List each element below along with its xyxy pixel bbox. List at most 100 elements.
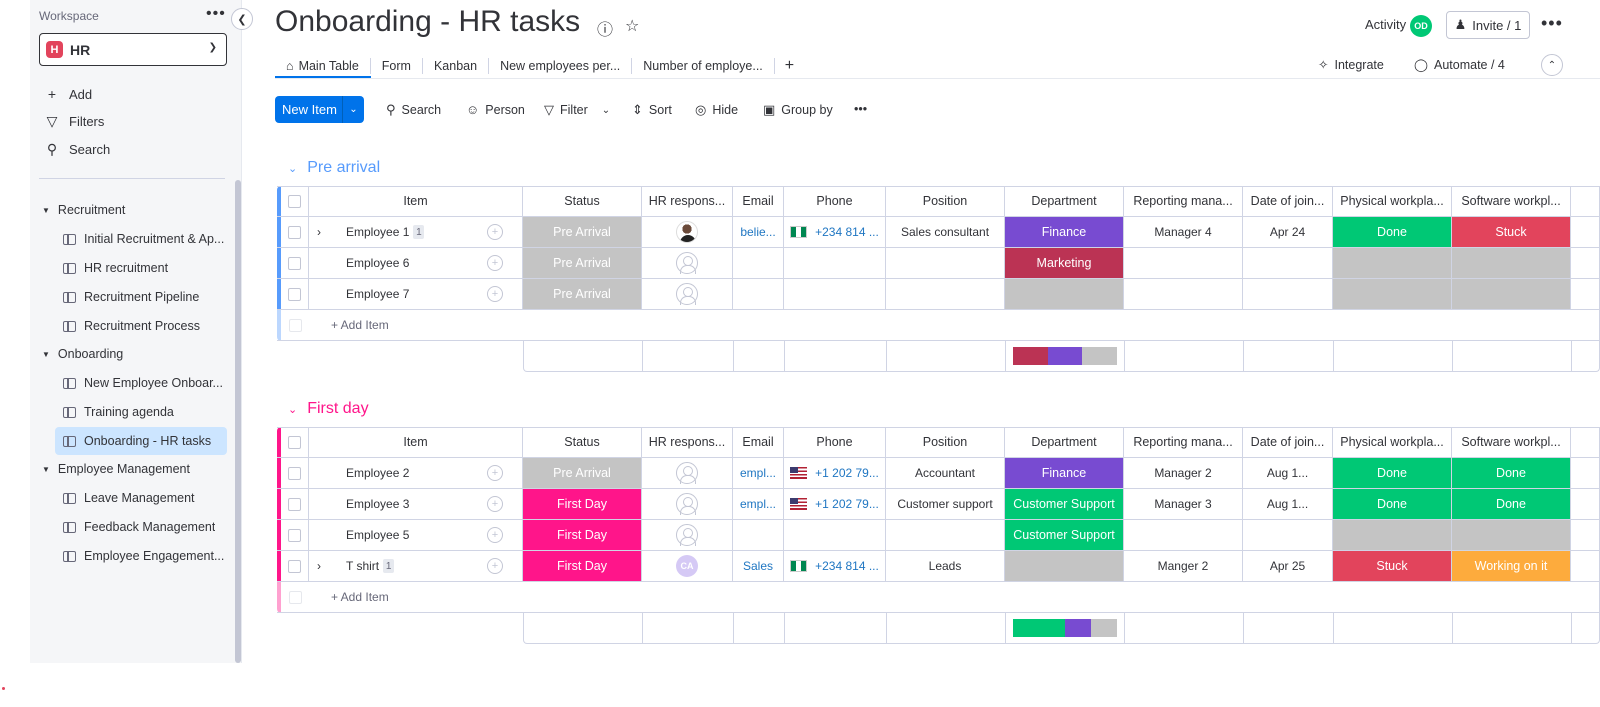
info-icon[interactable]: ⓘ (597, 16, 613, 40)
manager-cell[interactable] (1124, 520, 1243, 550)
board-item-active[interactable]: Onboarding - HR tasks (55, 427, 227, 455)
group-title-pre-arrival[interactable]: ⌄ Pre arrival (288, 159, 380, 177)
phone-cell[interactable] (784, 279, 886, 309)
sidebar-scrollbar[interactable] (235, 180, 241, 663)
person-cell[interactable]: CA (642, 551, 733, 581)
department-distribution-bar[interactable] (1013, 619, 1117, 637)
integrate-button[interactable]: ✧ Integrate (1318, 57, 1384, 73)
row-checkbox-cell[interactable] (281, 520, 309, 550)
column-header[interactable]: Physical workpla... (1333, 186, 1452, 216)
status-cell[interactable]: First Day (523, 489, 642, 519)
column-header[interactable]: Status (523, 186, 642, 216)
item-cell[interactable]: › T shirt 1 + (309, 551, 523, 581)
position-cell[interactable]: Customer support (886, 489, 1005, 519)
column-header[interactable]: Email (733, 186, 784, 216)
position-cell[interactable]: Sales consultant (886, 217, 1005, 247)
new-item-button[interactable]: New Item ⌄ (275, 96, 364, 123)
email-cell[interactable] (733, 248, 784, 278)
status-cell[interactable]: Pre Arrival (523, 217, 642, 247)
status-cell[interactable]: First Day (523, 520, 642, 550)
board-item[interactable]: Training agenda (55, 398, 227, 426)
add-update-icon[interactable]: + (487, 496, 503, 512)
date-cell[interactable]: Apr 24 (1243, 217, 1333, 247)
checkbox[interactable] (288, 466, 301, 480)
person-cell[interactable] (642, 520, 733, 550)
subitem-count-badge[interactable]: 1 (383, 559, 395, 573)
column-header[interactable]: Phone (784, 427, 886, 457)
manager-cell[interactable] (1124, 248, 1243, 278)
checkbox[interactable] (288, 497, 301, 511)
department-cell[interactable]: Customer Support (1005, 520, 1124, 550)
department-cell[interactable]: Marketing (1005, 248, 1124, 278)
status-cell[interactable]: Pre Arrival (523, 248, 642, 278)
phone-cell[interactable]: +1 202 79... (784, 458, 886, 488)
empty-avatar-icon[interactable] (676, 462, 698, 484)
phone-cell[interactable]: +234 814 ... (784, 217, 886, 247)
column-header[interactable]: Software workpl... (1452, 427, 1571, 457)
manager-cell[interactable]: Manger 2 (1124, 551, 1243, 581)
item-cell[interactable]: Employee 6 + (309, 248, 523, 278)
column-header[interactable]: Position (886, 186, 1005, 216)
software-workplace-cell[interactable]: Working on it (1452, 551, 1571, 581)
avatar[interactable] (676, 221, 698, 243)
column-header[interactable]: Status (523, 427, 642, 457)
board-item[interactable]: Recruitment Pipeline (55, 283, 227, 311)
workspace-selector[interactable]: H HR ❯ (39, 33, 227, 66)
tab-number-of-employees[interactable]: Number of employe... (632, 58, 775, 74)
filter-button[interactable]: ▽ Filter ⌄ (544, 102, 610, 118)
email-cell[interactable] (733, 520, 784, 550)
more-options-icon[interactable]: ••• (1541, 13, 1563, 34)
chevron-down-icon[interactable]: ⌄ (342, 96, 364, 123)
checkbox[interactable] (288, 287, 301, 301)
add-update-icon[interactable]: + (487, 558, 503, 574)
department-cell[interactable]: Finance (1005, 458, 1124, 488)
department-cell[interactable]: Customer Support (1005, 489, 1124, 519)
status-cell[interactable]: Pre Arrival (523, 279, 642, 309)
collapse-header-button[interactable]: ⌃ (1541, 54, 1563, 76)
item-cell[interactable]: Employee 5 + (309, 520, 523, 550)
person-cell[interactable] (642, 489, 733, 519)
department-distribution-bar[interactable] (1013, 347, 1117, 365)
add-item-input[interactable]: + Add Item (309, 582, 609, 612)
item-cell[interactable]: › Employee 1 1 + (309, 217, 523, 247)
date-cell[interactable]: Aug 1... (1243, 458, 1333, 488)
software-workplace-cell[interactable]: Done (1452, 458, 1571, 488)
person-cell[interactable] (642, 217, 733, 247)
date-cell[interactable] (1243, 520, 1333, 550)
physical-workplace-cell[interactable] (1333, 520, 1452, 550)
row-checkbox-cell[interactable] (281, 248, 309, 278)
board-item[interactable]: HR recruitment (55, 254, 227, 282)
row-checkbox-cell[interactable] (281, 551, 309, 581)
position-cell[interactable]: Leads (886, 551, 1005, 581)
email-cell[interactable]: Sales (733, 551, 784, 581)
column-header[interactable]: Reporting mana... (1124, 427, 1243, 457)
sidebar-search[interactable]: ⚲ Search (43, 141, 110, 158)
tab-kanban[interactable]: Kanban (423, 58, 490, 74)
phone-cell[interactable] (784, 248, 886, 278)
expand-subitems-icon[interactable]: › (317, 225, 333, 239)
row-checkbox-cell[interactable] (281, 489, 309, 519)
add-item-input[interactable]: + Add Item (309, 310, 609, 340)
avatar[interactable]: OD (1410, 15, 1432, 37)
column-header[interactable]: Date of join... (1243, 186, 1333, 216)
physical-workplace-cell[interactable] (1333, 279, 1452, 309)
row-checkbox-cell[interactable] (281, 217, 309, 247)
checkbox[interactable] (288, 256, 301, 270)
email-cell[interactable]: empl... (733, 458, 784, 488)
manager-cell[interactable]: Manager 2 (1124, 458, 1243, 488)
folder-recruitment[interactable]: ▼ Recruitment (42, 203, 125, 217)
software-workplace-cell[interactable]: Done (1452, 489, 1571, 519)
status-cell[interactable]: Pre Arrival (523, 458, 642, 488)
header-checkbox-cell[interactable] (281, 186, 309, 216)
column-header[interactable]: Email (733, 427, 784, 457)
person-cell[interactable] (642, 279, 733, 309)
date-cell[interactable] (1243, 248, 1333, 278)
status-cell[interactable]: First Day (523, 551, 642, 581)
department-cell[interactable]: Finance (1005, 217, 1124, 247)
item-cell[interactable]: Employee 3 + (309, 489, 523, 519)
expand-subitems-icon[interactable]: › (317, 559, 333, 573)
date-cell[interactable]: Aug 1... (1243, 489, 1333, 519)
physical-workplace-cell[interactable]: Done (1333, 217, 1452, 247)
email-cell[interactable] (733, 279, 784, 309)
row-checkbox-cell[interactable] (281, 279, 309, 309)
